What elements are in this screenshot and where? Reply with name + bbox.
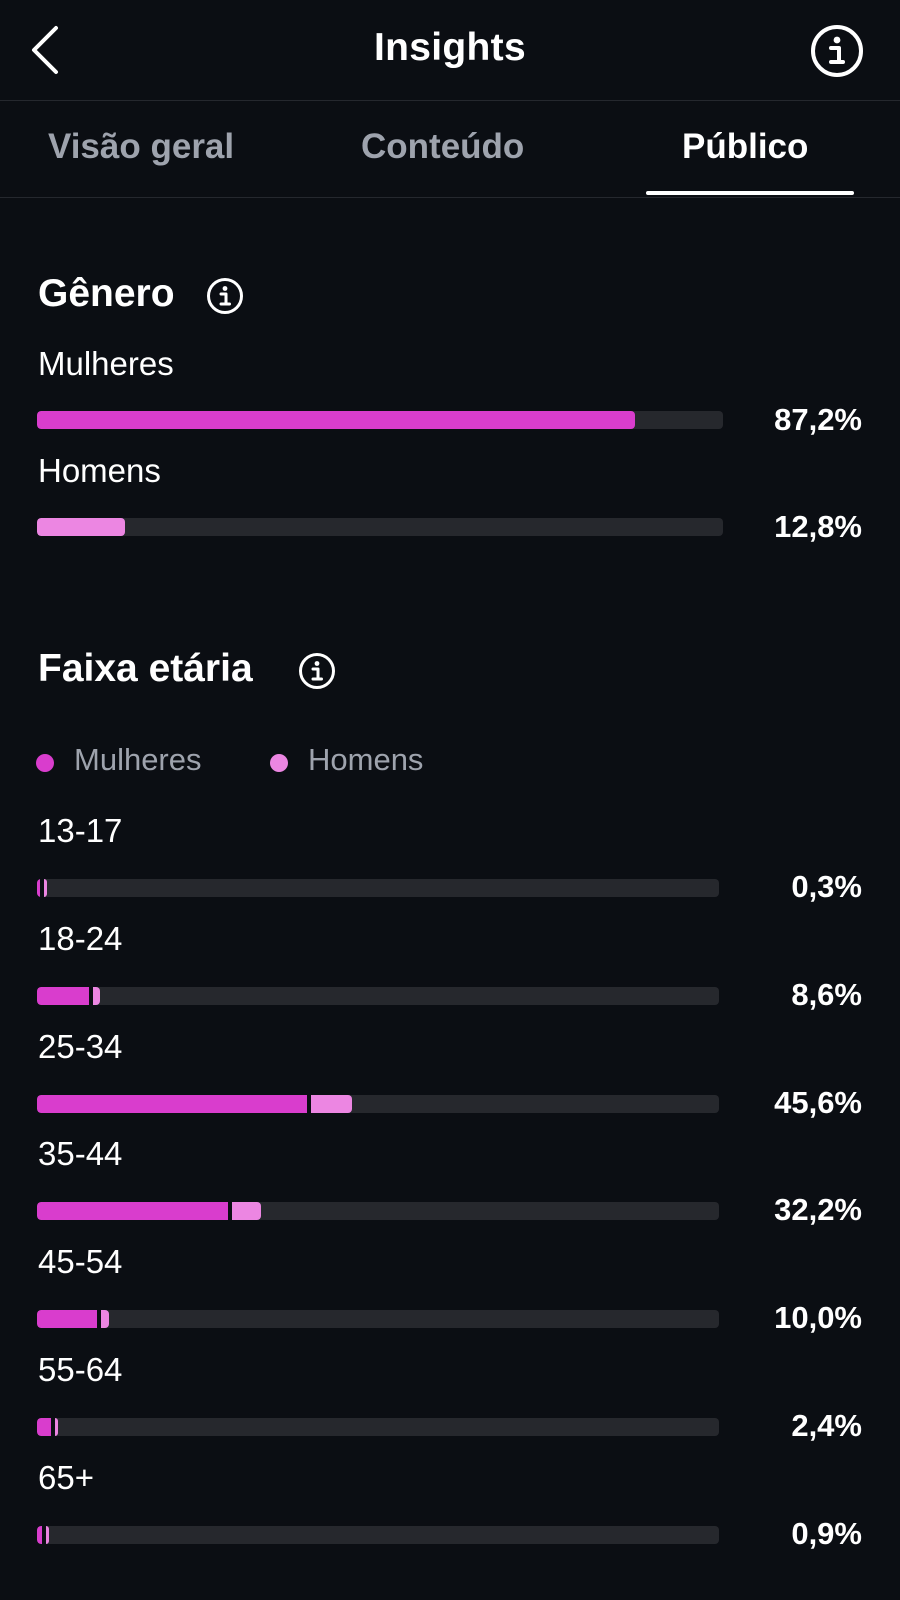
gender-bar-mulheres <box>37 411 723 429</box>
age-bar-men-55-64 <box>54 1418 58 1436</box>
age-percent-45-54: 10,0% <box>774 1300 862 1336</box>
age-bar-18-24 <box>37 986 719 1005</box>
age-bar-55-64 <box>37 1418 719 1436</box>
age-percent-13-17: 0,3% <box>791 869 862 904</box>
legend-label-men: Homens <box>308 742 424 777</box>
legend-dot-men <box>270 754 288 772</box>
age-bar-45-54 <box>37 1310 719 1329</box>
age-bar-women-55-64 <box>37 1418 51 1436</box>
tab-publico[interactable]: Público <box>682 127 808 167</box>
age-bar-men-18-24 <box>92 986 100 1005</box>
page-title: Insights <box>374 26 526 69</box>
age-bar-men-35-44 <box>231 1202 261 1221</box>
age-percent-18-24: 8,6% <box>791 976 862 1012</box>
age-bar-women-35-44 <box>37 1202 228 1221</box>
age-bar-men-13-17 <box>44 879 47 897</box>
age-label-13-17: 13-17 <box>38 812 123 849</box>
gender-label-homens: Homens <box>38 452 161 489</box>
age-label-35-44: 35-44 <box>38 1135 123 1173</box>
age-bar-women-45-54 <box>37 1310 98 1329</box>
gender-bar-fill-homens <box>37 518 125 536</box>
age-percent-35-44: 32,2% <box>774 1192 862 1228</box>
age-label-55-64: 55-64 <box>38 1351 123 1388</box>
age-bar-35-44 <box>37 1202 719 1221</box>
tab-bar: Visão geral Conteúdo Público <box>0 101 900 198</box>
gender-info-button[interactable] <box>206 277 244 315</box>
age-percent-65plus: 0,9% <box>791 1515 862 1551</box>
age-info-button[interactable] <box>298 652 336 690</box>
age-bar-25-34 <box>37 1094 719 1113</box>
gender-bar-homens <box>37 518 723 536</box>
gender-percent-mulheres: 87,2% <box>774 402 862 437</box>
legend-label-women: Mulheres <box>74 742 202 777</box>
info-circle-icon <box>299 653 335 689</box>
info-circle-icon <box>207 278 243 314</box>
info-circle-icon <box>811 25 863 77</box>
age-section-title: Faixa etária <box>38 647 253 690</box>
age-bar-women-25-34 <box>37 1094 308 1113</box>
gender-percent-homens: 12,8% <box>774 509 862 544</box>
age-label-45-54: 45-54 <box>38 1243 123 1281</box>
age-bar-men-45-54 <box>101 1310 110 1329</box>
age-bar-men-25-34 <box>311 1094 352 1113</box>
age-bar-men-65plus <box>45 1525 49 1544</box>
info-button[interactable] <box>810 24 864 78</box>
age-bar-65plus <box>37 1525 719 1544</box>
gender-bar-fill-mulheres <box>37 411 636 429</box>
header-bar: Insights <box>0 0 900 101</box>
age-label-18-24: 18-24 <box>38 919 123 957</box>
legend-dot-women <box>36 754 54 772</box>
age-percent-25-34: 45,6% <box>774 1084 862 1120</box>
gender-label-mulheres: Mulheres <box>38 345 174 382</box>
tab-visao-geral[interactable]: Visão geral <box>48 127 234 167</box>
age-label-25-34: 25-34 <box>38 1027 123 1065</box>
tab-conteudo[interactable]: Conteúdo <box>361 127 524 167</box>
age-bar-women-18-24 <box>37 986 89 1005</box>
age-percent-55-64: 2,4% <box>791 1408 862 1443</box>
age-bar-13-17 <box>37 879 719 897</box>
gender-section-title: Gênero <box>38 272 175 315</box>
age-label-65plus: 65+ <box>38 1458 94 1496</box>
active-tab-indicator <box>646 191 854 195</box>
